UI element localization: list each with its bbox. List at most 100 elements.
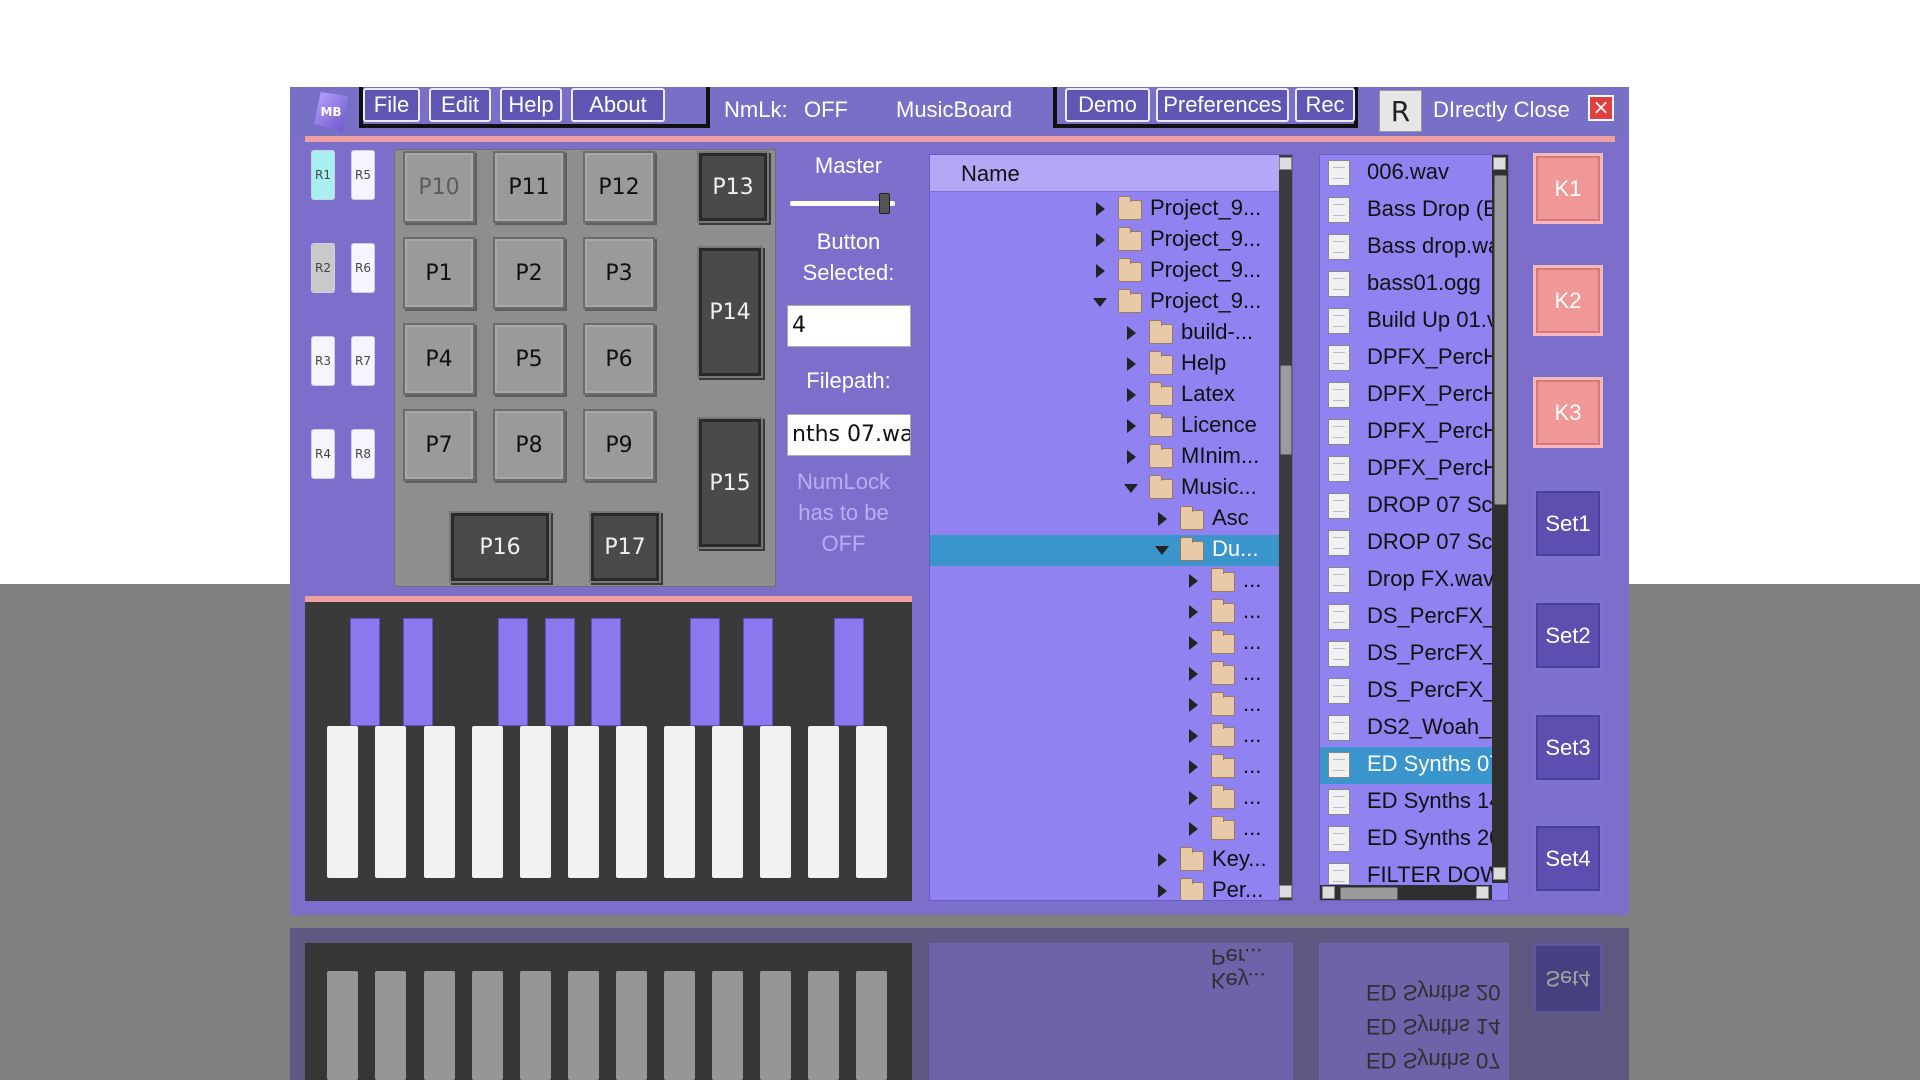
- file-list-horizontal-scrollbar[interactable]: [1320, 885, 1492, 900]
- expand-arrow-icon[interactable]: [1189, 822, 1198, 836]
- set2-button[interactable]: Set2: [1533, 600, 1603, 671]
- pad-p14[interactable]: P14: [697, 246, 763, 378]
- piano-white-key[interactable]: [856, 726, 887, 878]
- r8-button[interactable]: R8: [351, 429, 375, 479]
- collapse-arrow-icon[interactable]: [1124, 484, 1138, 493]
- tree-row[interactable]: ...: [930, 566, 1279, 597]
- file-item[interactable]: Bass drop.wa: [1320, 229, 1492, 266]
- file-item[interactable]: DPFX_PercH: [1320, 377, 1492, 414]
- piano-black-key[interactable]: [545, 618, 575, 726]
- file-item[interactable]: DPFX_PercH: [1320, 451, 1492, 488]
- expand-arrow-icon[interactable]: [1096, 264, 1105, 278]
- tree-row[interactable]: ...: [930, 628, 1279, 659]
- file-item[interactable]: DROP 07 Sc: [1320, 525, 1492, 562]
- piano-white-key[interactable]: [712, 726, 743, 878]
- piano-white-key[interactable]: [808, 726, 839, 878]
- tree-row[interactable]: ...: [930, 752, 1279, 783]
- pad-p7[interactable]: P7: [403, 409, 475, 481]
- piano-white-key[interactable]: [375, 726, 406, 878]
- k3-button[interactable]: K3: [1533, 377, 1603, 448]
- file-item[interactable]: Bass Drop (E: [1320, 192, 1492, 229]
- tree-row[interactable]: Project_9...: [930, 225, 1279, 256]
- file-item[interactable]: DS2_Woah_: [1320, 710, 1492, 747]
- record-button[interactable]: Rec: [1295, 88, 1355, 122]
- piano-white-key[interactable]: [424, 726, 455, 878]
- piano-black-key[interactable]: [690, 618, 720, 726]
- tree-row[interactable]: Help: [930, 349, 1279, 380]
- expand-arrow-icon[interactable]: [1189, 667, 1198, 681]
- expand-arrow-icon[interactable]: [1189, 729, 1198, 743]
- r-button[interactable]: R: [1379, 90, 1422, 132]
- r2-button[interactable]: R2: [311, 243, 335, 293]
- r6-button[interactable]: R6: [351, 243, 375, 293]
- menu-edit-button[interactable]: Edit: [429, 88, 491, 122]
- piano-black-key[interactable]: [743, 618, 773, 726]
- scroll-up-arrow-icon[interactable]: [1493, 157, 1506, 170]
- scroll-up-arrow-icon[interactable]: [1279, 157, 1292, 170]
- set3-button[interactable]: Set3: [1533, 712, 1603, 783]
- pad-p1[interactable]: P1: [403, 237, 475, 309]
- k2-button[interactable]: K2: [1533, 265, 1603, 336]
- pad-p9[interactable]: P9: [583, 409, 655, 481]
- expand-arrow-icon[interactable]: [1096, 233, 1105, 247]
- file-item[interactable]: 006.wav: [1320, 155, 1492, 192]
- file-list-vertical-scrollbar[interactable]: [1492, 155, 1508, 883]
- piano-white-key[interactable]: [664, 726, 695, 878]
- pad-p4[interactable]: P4: [403, 323, 475, 395]
- tree-row-selected[interactable]: Du...: [930, 535, 1279, 566]
- expand-arrow-icon[interactable]: [1158, 512, 1167, 526]
- master-volume-slider-thumb[interactable]: [879, 193, 890, 214]
- expand-arrow-icon[interactable]: [1096, 202, 1105, 216]
- piano-black-key[interactable]: [834, 618, 864, 726]
- file-item[interactable]: ED Synths 14: [1320, 784, 1492, 821]
- scroll-left-arrow-icon[interactable]: [1322, 886, 1335, 899]
- pad-p8[interactable]: P8: [493, 409, 565, 481]
- piano-black-key[interactable]: [403, 618, 433, 726]
- r7-button[interactable]: R7: [351, 336, 375, 386]
- file-item[interactable]: DS_PercFX_: [1320, 636, 1492, 673]
- collapse-arrow-icon[interactable]: [1093, 298, 1107, 307]
- tree-row[interactable]: Per...: [930, 876, 1279, 900]
- piano-black-key[interactable]: [350, 618, 380, 726]
- file-list-hscroll-thumb[interactable]: [1340, 887, 1398, 900]
- tree-row[interactable]: build-...: [930, 318, 1279, 349]
- tree-vertical-scrollbar[interactable]: [1279, 155, 1292, 900]
- menu-about-button[interactable]: About: [571, 88, 665, 122]
- pad-p12[interactable]: P12: [583, 151, 655, 223]
- tree-row[interactable]: Project_9...: [930, 194, 1279, 225]
- r3-button[interactable]: R3: [311, 336, 335, 386]
- file-item[interactable]: DROP 07 Sc: [1320, 488, 1492, 525]
- expand-arrow-icon[interactable]: [1158, 853, 1167, 867]
- piano-white-key[interactable]: [520, 726, 551, 878]
- filepath-field[interactable]: nths 07.wav: [787, 414, 911, 456]
- pad-p16[interactable]: P16: [449, 511, 551, 583]
- collapse-arrow-icon[interactable]: [1155, 546, 1169, 555]
- tree-row[interactable]: Project_9...: [930, 256, 1279, 287]
- piano-white-key[interactable]: [472, 726, 503, 878]
- menu-file-button[interactable]: File: [363, 88, 420, 122]
- set1-button[interactable]: Set1: [1533, 488, 1603, 559]
- file-item[interactable]: bass01.ogg: [1320, 266, 1492, 303]
- tree-row[interactable]: Key...: [930, 845, 1279, 876]
- tree-row[interactable]: ...: [930, 783, 1279, 814]
- menu-help-button[interactable]: Help: [500, 88, 562, 122]
- file-item[interactable]: Drop FX.wav: [1320, 562, 1492, 599]
- r5-button[interactable]: R5: [351, 150, 375, 200]
- file-item[interactable]: DPFX_PercH: [1320, 414, 1492, 451]
- pad-p13[interactable]: P13: [697, 151, 769, 223]
- file-item[interactable]: ED Synths 20: [1320, 821, 1492, 858]
- set4-button[interactable]: Set4: [1533, 823, 1603, 894]
- scroll-down-arrow-icon[interactable]: [1279, 885, 1292, 898]
- expand-arrow-icon[interactable]: [1189, 698, 1198, 712]
- expand-arrow-icon[interactable]: [1189, 636, 1198, 650]
- tree-scroll-thumb[interactable]: [1280, 365, 1292, 455]
- pad-p11[interactable]: P11: [493, 151, 565, 223]
- tree-row[interactable]: ...: [930, 721, 1279, 752]
- pad-p10[interactable]: P10: [403, 151, 475, 223]
- expand-arrow-icon[interactable]: [1127, 419, 1136, 433]
- scroll-down-arrow-icon[interactable]: [1493, 867, 1506, 880]
- tree-row[interactable]: Asc: [930, 504, 1279, 535]
- pad-p15[interactable]: P15: [697, 417, 763, 549]
- k1-button[interactable]: K1: [1533, 153, 1603, 224]
- pad-p2[interactable]: P2: [493, 237, 565, 309]
